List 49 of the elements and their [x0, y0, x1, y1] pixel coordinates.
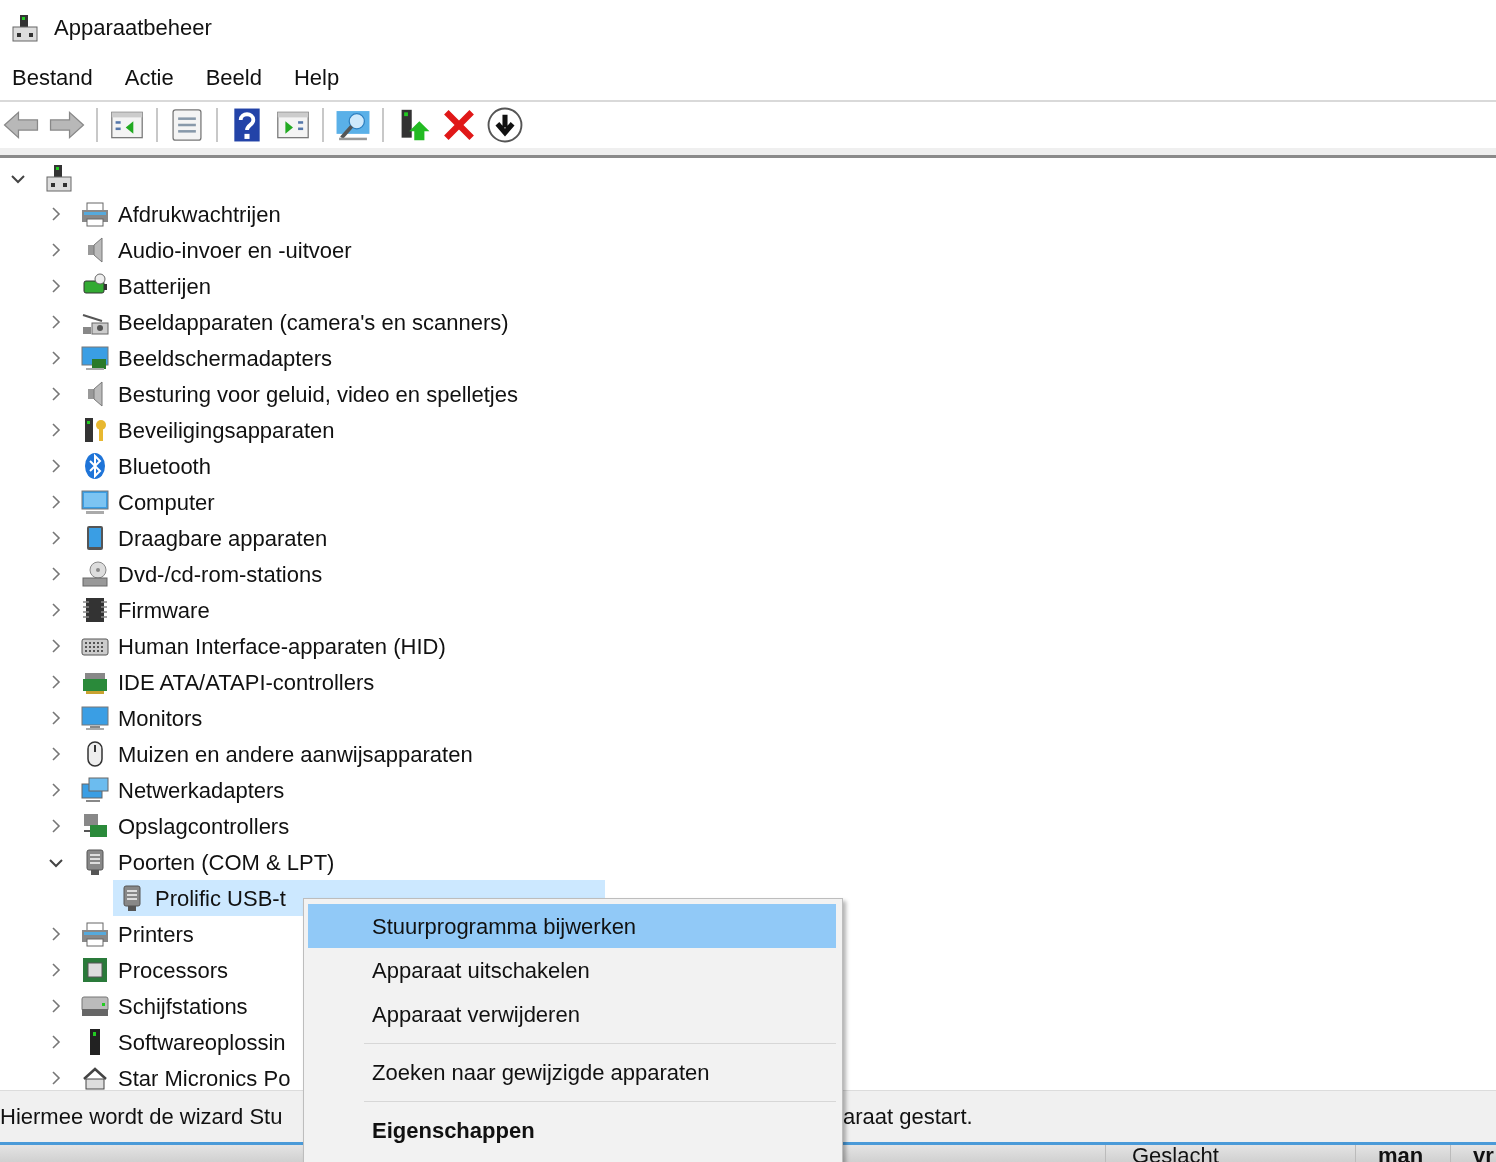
- printer-icon: [80, 199, 110, 229]
- network-adapter-icon: [80, 775, 110, 805]
- device-manager-icon: [10, 12, 40, 43]
- monitor-icon: [80, 703, 110, 733]
- window-title: Apparaatbeheer: [54, 14, 212, 42]
- menu-item[interactable]: Zoeken naar gewijzigde apparaten: [308, 1050, 836, 1094]
- download-icon[interactable]: [486, 106, 524, 144]
- tree-item[interactable]: Netwerkadapters: [118, 773, 285, 807]
- tree-item[interactable]: Batterijen: [118, 269, 211, 303]
- tree-item[interactable]: Bluetooth: [118, 449, 211, 483]
- tree-item[interactable]: Beeldschermadapters: [118, 341, 332, 375]
- processor-icon: [80, 955, 110, 985]
- device-manager-icon: [44, 163, 74, 193]
- tree-item[interactable]: Printers: [118, 917, 194, 951]
- computer-icon: [80, 487, 110, 517]
- tree-item[interactable]: Opslagcontrollers: [118, 809, 290, 843]
- tree-item[interactable]: Afdrukwachtrijen: [118, 197, 281, 231]
- menu-item[interactable]: Help: [283, 61, 350, 94]
- tree-item[interactable]: Schijfstations: [118, 989, 248, 1023]
- tree-item[interactable]: IDE ATA/ATAPI-controllers: [118, 665, 375, 699]
- tree-item[interactable]: Beeldapparaten (camera's en scanners): [118, 305, 509, 339]
- tree-item[interactable]: Besturing voor geluid, video en spelletjes: [118, 377, 518, 411]
- menu-item[interactable]: Stuurprogramma bijwerken: [308, 904, 836, 948]
- tree-item[interactable]: Poorten (COM & LPT): [118, 845, 335, 879]
- menu-item[interactable]: Apparaat uitschakelen: [308, 948, 836, 992]
- menu-item[interactable]: Beeld: [195, 61, 272, 94]
- tree-item[interactable]: Firmware: [118, 593, 210, 627]
- tree-item[interactable]: Human Interface-apparaten (HID): [118, 629, 446, 663]
- printer-icon: [80, 919, 110, 949]
- tree-item[interactable]: Draagbare apparaten: [118, 521, 328, 555]
- tree-item[interactable]: Monitors: [118, 701, 203, 735]
- tree-item[interactable]: Computer: [118, 485, 215, 519]
- menu-item[interactable]: Actie: [114, 61, 184, 94]
- tree-item[interactable]: Processors: [118, 953, 229, 987]
- tree-item[interactable]: Beveiligingsapparaten: [118, 413, 335, 447]
- status-text: araat gestart.: [843, 1103, 973, 1131]
- display-adapter-icon: [80, 343, 110, 373]
- tree-item[interactable]: Muizen en andere aanwijsapparaten: [118, 737, 473, 771]
- tree-item[interactable]: Star Micronics Po: [118, 1061, 291, 1090]
- tree-item[interactable]: Dvd-/cd-rom-stations: [118, 557, 323, 591]
- firmware-chip-icon: [80, 595, 110, 625]
- status-text: Hiermee wordt de wizard Stu: [0, 1103, 283, 1131]
- menu-item[interactable]: Eigenschappen: [308, 1108, 836, 1152]
- disc-drive-icon: [80, 559, 110, 589]
- menu-item[interactable]: Apparaat verwijderen: [308, 992, 836, 1036]
- tree-item[interactable]: Softwareoplossin: [118, 1025, 286, 1059]
- menu-item[interactable]: Bestand: [2, 61, 103, 94]
- tree-item[interactable]: Audio-invoer en -uitvoer: [118, 233, 352, 267]
- tree-item-label: Prolific USB-t: [155, 884, 286, 913]
